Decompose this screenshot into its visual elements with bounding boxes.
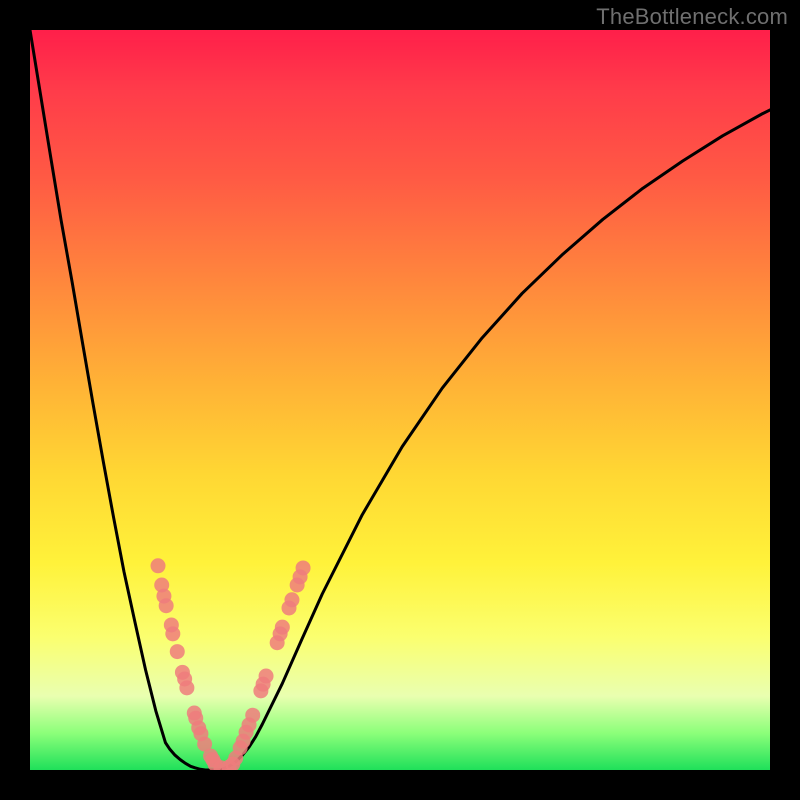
highlight-markers bbox=[151, 558, 311, 770]
plot-area bbox=[30, 30, 770, 770]
chart-stage: TheBottleneck.com bbox=[0, 0, 800, 800]
right-curve bbox=[216, 110, 770, 770]
chart-svg bbox=[30, 30, 770, 770]
watermark-text: TheBottleneck.com bbox=[596, 4, 788, 30]
left-curve bbox=[30, 30, 216, 770]
